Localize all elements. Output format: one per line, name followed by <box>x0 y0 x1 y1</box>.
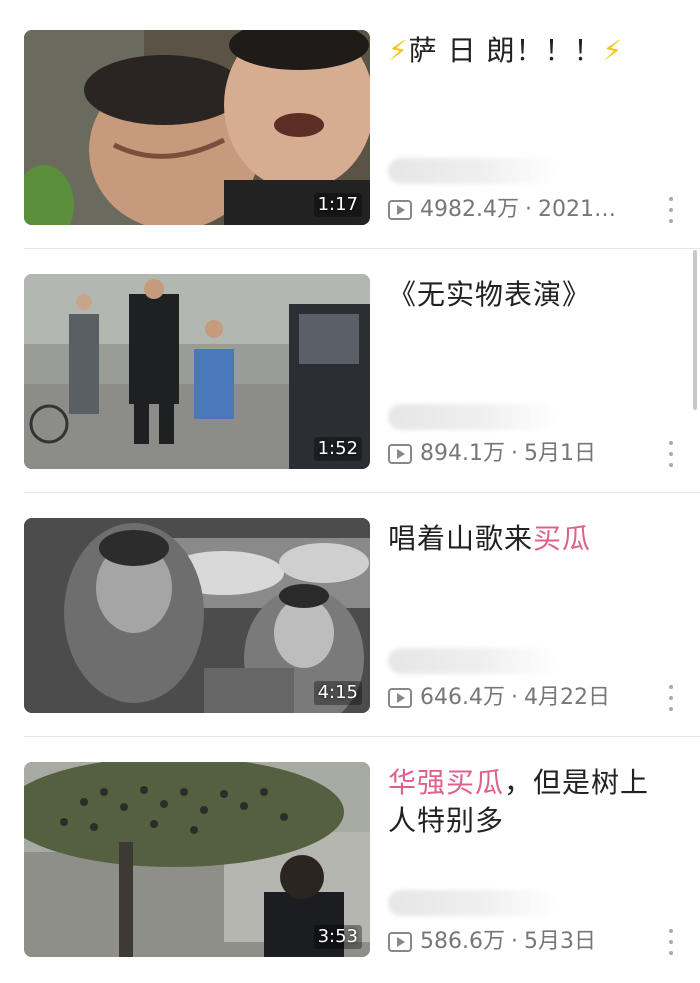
view-count: 586.6万 <box>420 929 505 954</box>
play-count-icon <box>388 932 412 952</box>
upload-date: 4月22日 <box>523 685 610 710</box>
uploader-name-blurred[interactable] <box>388 648 558 674</box>
video-item[interactable]: 1:17 ⚡萨 日 朗！！！⚡ 4982.4万 · 2021… <box>0 0 700 249</box>
more-options-icon[interactable] <box>668 685 674 711</box>
meta-separator: · <box>510 685 518 710</box>
view-count: 894.1万 <box>420 441 505 466</box>
video-list: 1:17 ⚡萨 日 朗！！！⚡ 4982.4万 · 2021… 1:52 《无实… <box>0 0 700 983</box>
more-options-icon[interactable] <box>668 441 674 467</box>
video-title[interactable]: ⚡萨 日 朗！！！⚡ <box>388 32 678 70</box>
upload-date: 5月3日 <box>523 929 596 954</box>
play-count-icon <box>388 444 412 464</box>
video-thumbnail[interactable]: 1:17 <box>24 30 370 225</box>
more-options-icon[interactable] <box>668 197 674 223</box>
meta-separator: · <box>510 441 518 466</box>
video-meta: 646.4万 · 4月22日 <box>388 684 688 712</box>
view-count: 4982.4万 <box>420 197 519 222</box>
upload-date: 5月1日 <box>523 441 596 466</box>
more-options-icon[interactable] <box>668 929 674 955</box>
upload-date: 2021… <box>537 197 616 222</box>
video-meta: 894.1万 · 5月1日 <box>388 440 688 468</box>
video-meta: 4982.4万 · 2021… <box>388 196 688 224</box>
video-title[interactable]: 华强买瓜，但是树上人特别多 <box>388 764 678 840</box>
video-duration: 1:52 <box>313 437 362 461</box>
meta-separator: · <box>524 197 532 222</box>
video-thumbnail[interactable]: 1:52 <box>24 274 370 469</box>
video-title[interactable]: 唱着山歌来买瓜 <box>388 520 678 558</box>
play-count-icon <box>388 688 412 708</box>
video-item[interactable]: 3:53 华强买瓜，但是树上人特别多 586.6万 · 5月3日 <box>0 732 700 976</box>
uploader-name-blurred[interactable] <box>388 404 558 430</box>
lightning-icon: ⚡ <box>602 34 624 67</box>
video-title[interactable]: 《无实物表演》 <box>388 276 678 314</box>
lightning-icon: ⚡ <box>388 34 409 67</box>
video-thumbnail[interactable]: 4:15 <box>24 518 370 713</box>
view-count: 646.4万 <box>420 685 505 710</box>
uploader-name-blurred[interactable] <box>388 890 558 916</box>
uploader-name-blurred[interactable] <box>388 158 558 184</box>
video-duration: 4:15 <box>313 681 362 705</box>
video-item[interactable]: 4:15 唱着山歌来买瓜 646.4万 · 4月22日 <box>0 488 700 737</box>
video-item[interactable]: 1:52 《无实物表演》 894.1万 · 5月1日 <box>0 244 700 493</box>
video-duration: 1:17 <box>313 193 362 217</box>
video-duration: 3:53 <box>313 925 362 949</box>
meta-separator: · <box>510 929 518 954</box>
video-meta: 586.6万 · 5月3日 <box>388 928 688 956</box>
video-thumbnail[interactable]: 3:53 <box>24 762 370 957</box>
scrollbar[interactable] <box>693 250 697 410</box>
play-count-icon <box>388 200 412 220</box>
